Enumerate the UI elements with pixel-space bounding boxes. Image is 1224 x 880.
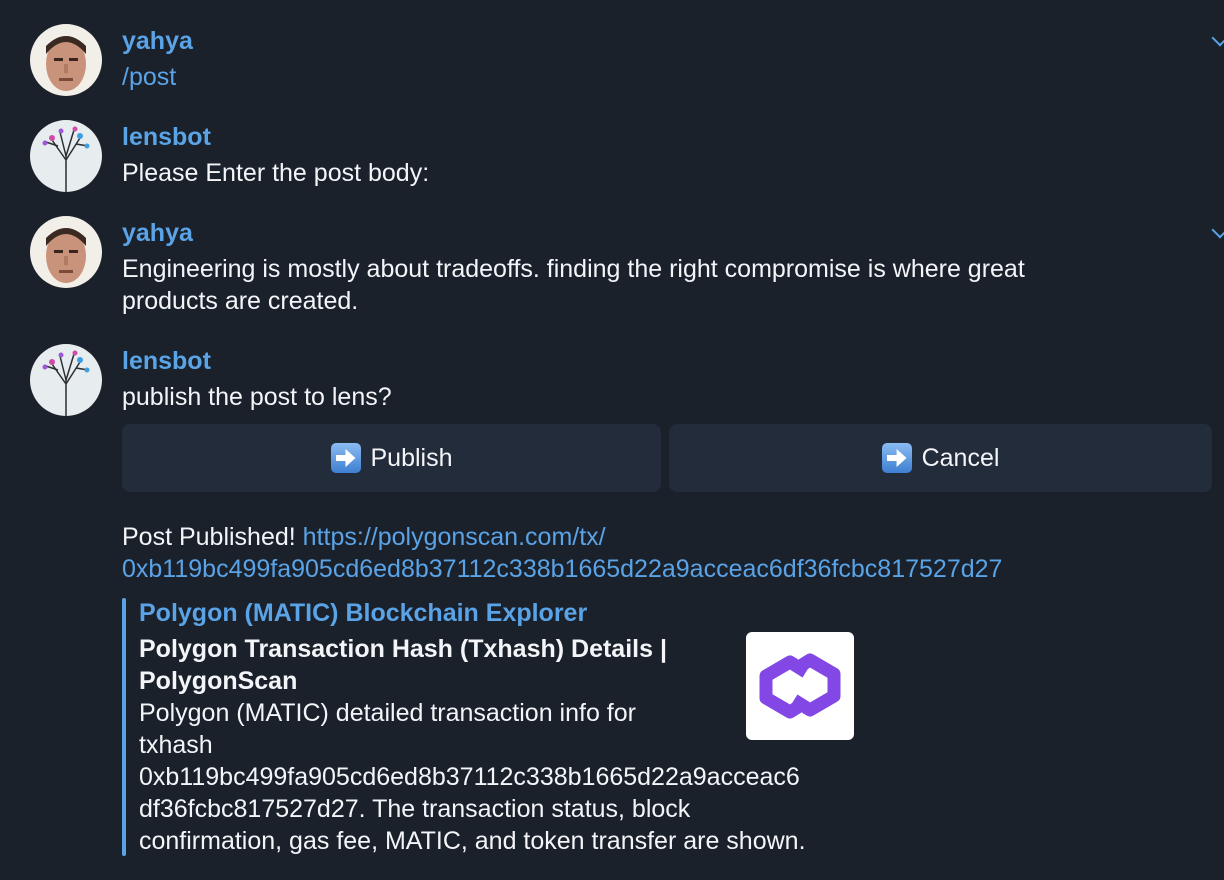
polygonscan-link-hash[interactable]: 0xb119bc499fa905cd6ed8b37112c338b1665d22… [122, 553, 1002, 585]
message-text[interactable]: /post [122, 61, 176, 93]
link-preview-title[interactable]: Polygon Transaction Hash (Txhash) Detail… [139, 633, 667, 697]
publish-button[interactable]: Publish [122, 424, 661, 492]
cancel-button-label: Cancel [921, 443, 1000, 472]
published-message: Post Published! https://polygonscan.com/… [122, 521, 606, 553]
sender-name[interactable]: lensbot [122, 121, 211, 153]
sender-name[interactable]: yahya [122, 217, 193, 249]
sender-name[interactable]: lensbot [122, 345, 211, 377]
link-preview-accent-bar [122, 598, 126, 856]
link-preview-site-name[interactable]: Polygon (MATIC) Blockchain Explorer [139, 597, 587, 629]
message-text: publish the post to lens? [122, 383, 392, 411]
chat-history: yahya /post lensbot Please Enter the pos… [0, 0, 1224, 880]
user-avatar[interactable] [30, 216, 102, 288]
bot-avatar[interactable] [30, 120, 102, 192]
polygon-logo-icon[interactable] [746, 632, 854, 740]
right-arrow-emoji-icon [330, 443, 361, 473]
published-prefix: Post Published! [122, 523, 303, 551]
user-avatar[interactable] [30, 24, 102, 96]
right-arrow-emoji-icon [881, 443, 912, 473]
sender-name[interactable]: yahya [122, 25, 193, 57]
message-text: Please Enter the post body: [122, 159, 430, 187]
message-status-icon [1211, 221, 1224, 239]
message-status-icon [1211, 29, 1224, 47]
publish-button-label: Publish [370, 443, 453, 472]
link-preview-description: Polygon (MATIC) detailed transaction inf… [139, 699, 806, 855]
message-text: Engineering is mostly about tradeoffs. f… [122, 255, 1025, 315]
cancel-button[interactable]: Cancel [669, 424, 1212, 492]
bot-avatar[interactable] [30, 344, 102, 416]
polygonscan-link[interactable]: https://polygonscan.com/tx/ [303, 523, 606, 551]
